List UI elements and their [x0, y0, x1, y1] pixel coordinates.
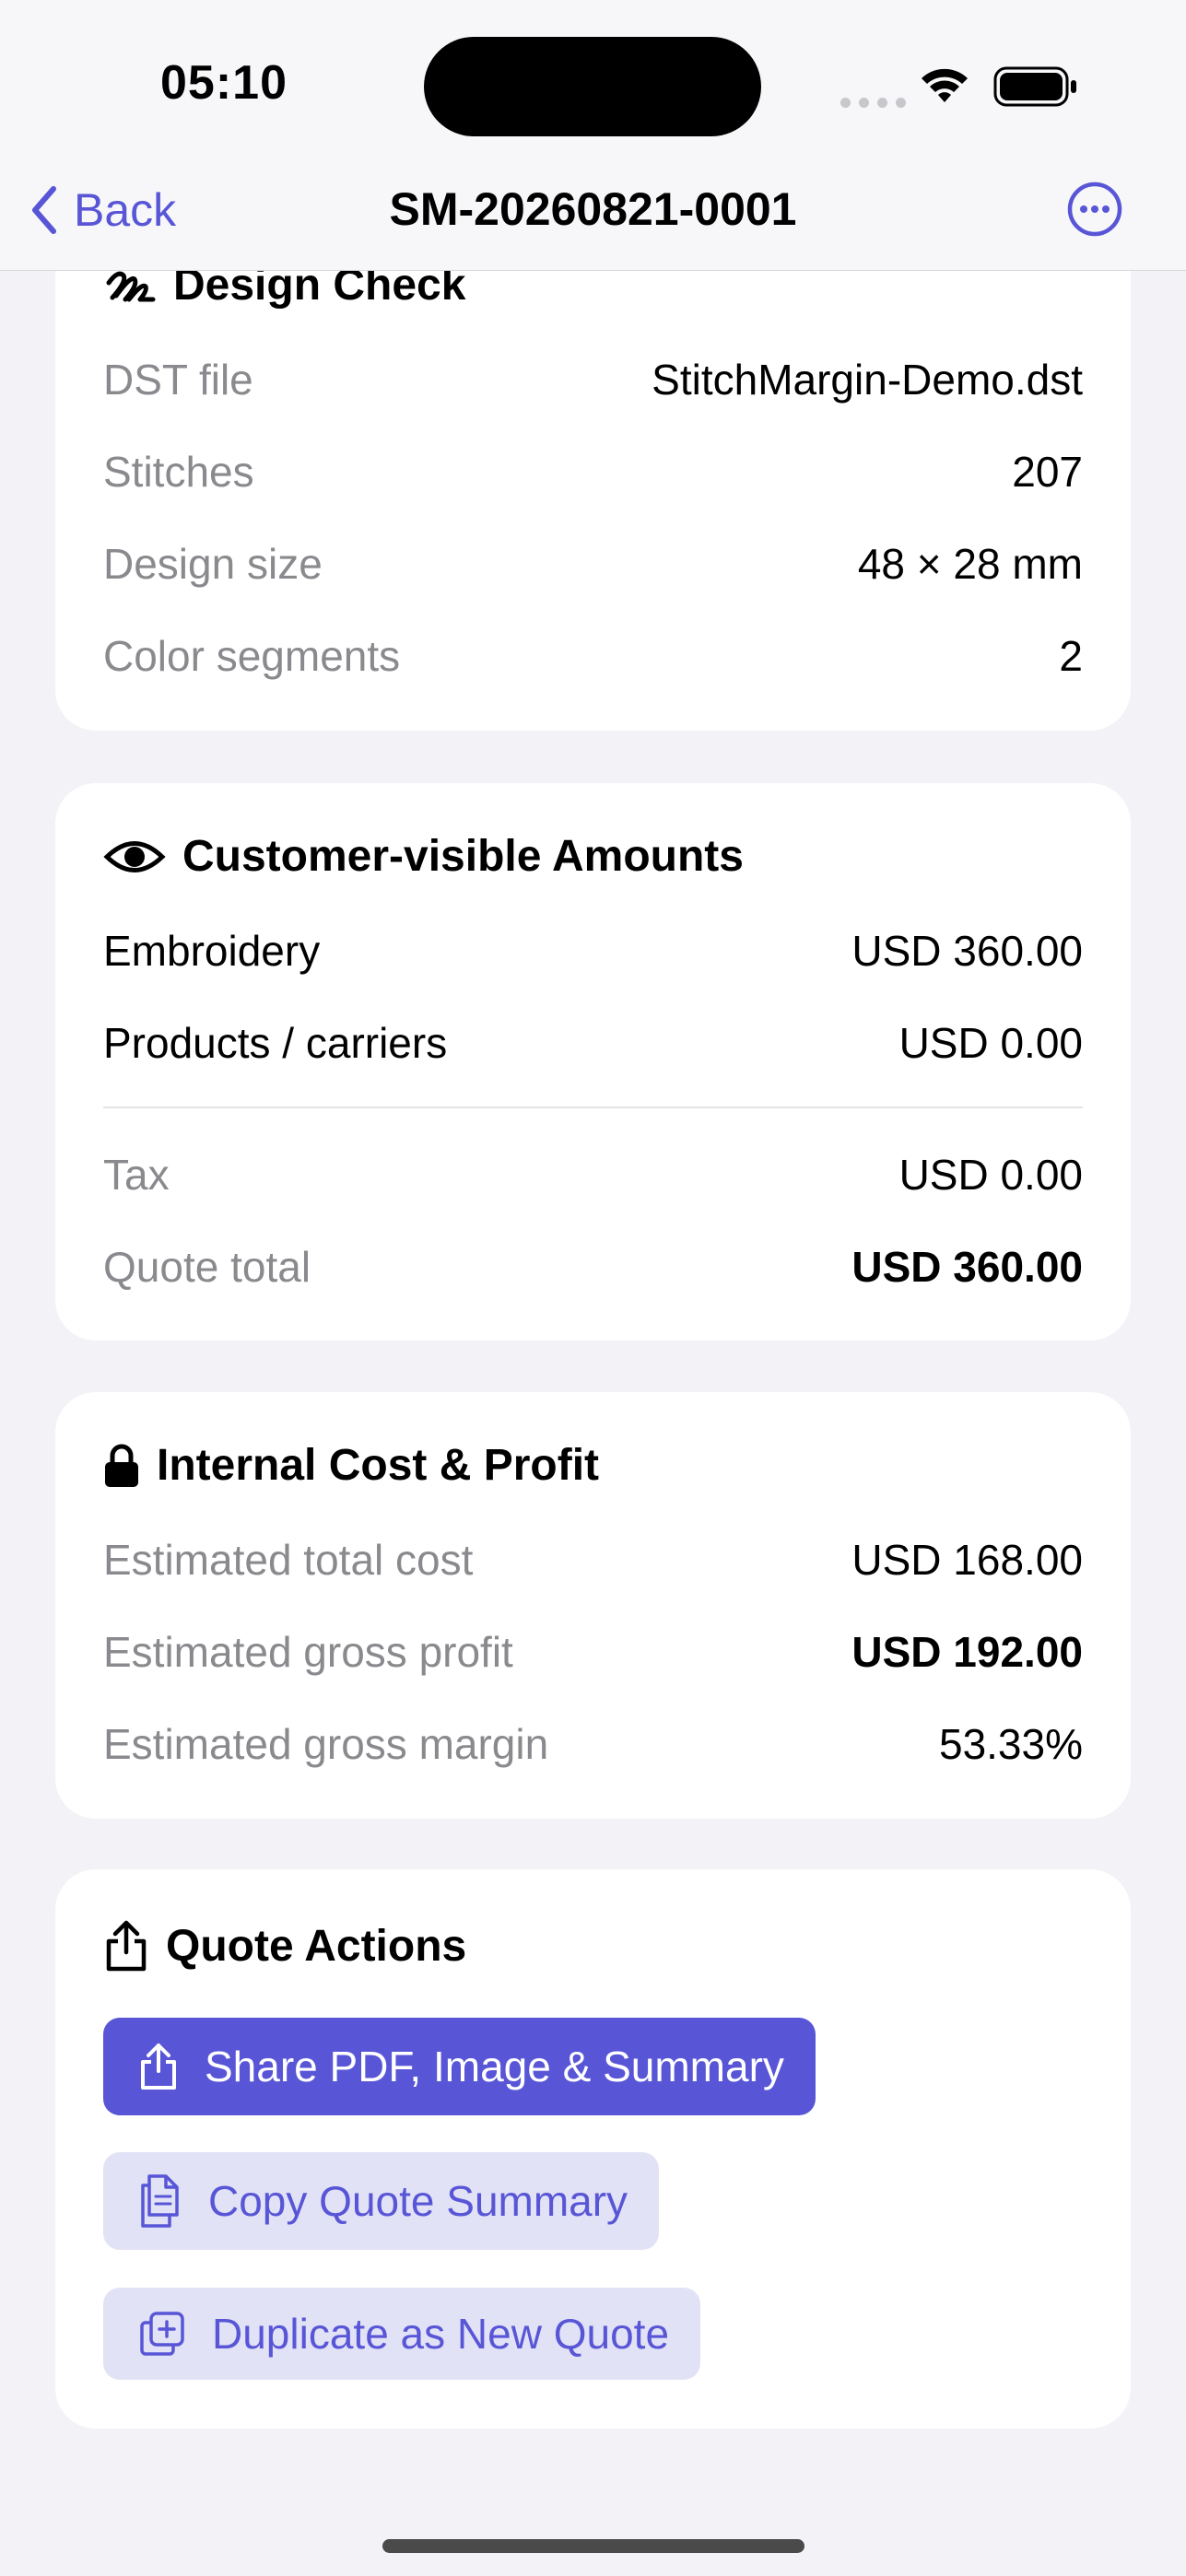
status-time: 05:10 — [160, 56, 288, 110]
share-pdf-label: Share PDF, Image & Summary — [205, 2043, 784, 2090]
home-indicator[interactable] — [382, 2539, 804, 2553]
share-pdf-button[interactable]: Share PDF, Image & Summary — [103, 2018, 816, 2115]
lock-icon — [105, 1444, 138, 1487]
more-options-button[interactable] — [1066, 181, 1123, 238]
estimated-total-cost-row: Estimated total cost USD 168.00 — [103, 1536, 1083, 1584]
dst-file-row: DST file StitchMargin-Demo.dst — [103, 356, 1083, 404]
duplicate-quote-label: Duplicate as New Quote — [212, 2310, 670, 2358]
wifi-icon — [922, 68, 968, 102]
dynamic-island — [424, 37, 761, 136]
internal-cost-card: Internal Cost & Profit Estimated total c… — [55, 1392, 1131, 1819]
quote-actions-card: Quote Actions Share PDF, Image & Summary… — [55, 1869, 1131, 2429]
cellular-signal-icon — [840, 96, 914, 112]
color-segments-row: Color segments 2 — [103, 632, 1083, 680]
quote-total-row: Quote total USD 360.00 — [103, 1243, 1083, 1291]
tax-row: Tax USD 0.00 — [103, 1151, 1083, 1199]
page-title: SM-20260821-0001 — [389, 183, 797, 235]
customer-amounts-card: Customer-visible Amounts Embroidery USD … — [55, 783, 1131, 1341]
customer-amounts-title: Customer-visible Amounts — [182, 832, 744, 881]
share-icon — [106, 1920, 147, 1972]
estimated-gross-profit-row: Estimated gross profit USD 192.00 — [103, 1628, 1083, 1676]
quote-actions-header: Quote Actions — [103, 1919, 466, 1973]
stitches-row: Stitches 207 — [103, 448, 1083, 496]
products-carriers-row: Products / carriers USD 0.00 — [103, 1019, 1083, 1067]
share-icon — [141, 2043, 176, 2090]
duplicate-plus-icon — [140, 2312, 184, 2356]
divider — [103, 1107, 1083, 1108]
quote-actions-title: Quote Actions — [166, 1921, 467, 1971]
internal-cost-header: Internal Cost & Profit — [103, 1440, 599, 1491]
design-check-card: Design Check DST file StitchMargin-Demo.… — [55, 221, 1131, 731]
copy-document-icon — [141, 2174, 179, 2228]
copy-quote-summary-button[interactable]: Copy Quote Summary — [103, 2152, 660, 2250]
eye-icon — [103, 840, 166, 872]
copy-quote-summary-label: Copy Quote Summary — [208, 2177, 628, 2225]
embroidery-row: Embroidery USD 360.00 — [103, 927, 1083, 975]
battery-icon — [993, 66, 1076, 107]
duplicate-quote-button[interactable]: Duplicate as New Quote — [103, 2288, 701, 2380]
internal-cost-title: Internal Cost & Profit — [157, 1441, 600, 1490]
estimated-gross-margin-row: Estimated gross margin 53.33% — [103, 1720, 1083, 1768]
customer-amounts-header: Customer-visible Amounts — [103, 831, 744, 882]
design-size-row: Design size 48 × 28 mm — [103, 540, 1083, 588]
